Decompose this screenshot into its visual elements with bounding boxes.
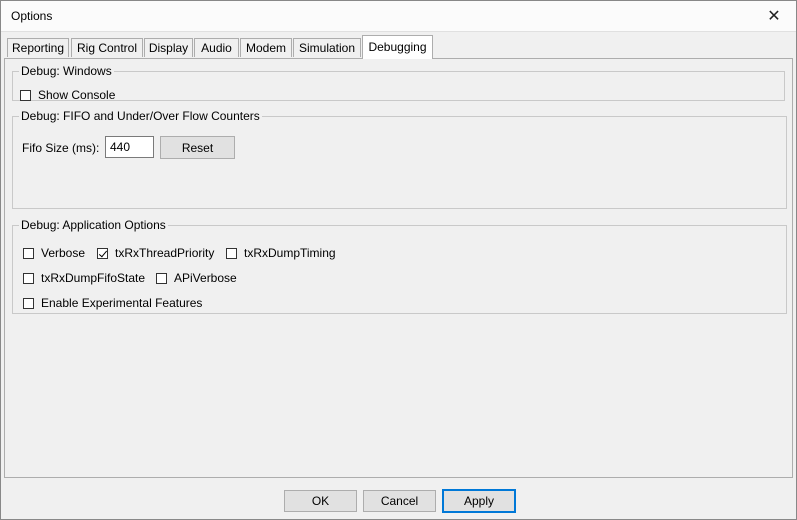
cancel-button[interactable]: Cancel: [363, 490, 436, 512]
tx-rx-dump-fifo-state-check[interactable]: [23, 272, 34, 284]
tab-label: Modem: [245, 41, 286, 55]
reset-button-label: Reset: [181, 140, 214, 155]
close-icon: ✕: [767, 8, 781, 25]
cancel-button-label: Cancel: [380, 494, 419, 508]
tx-rx-dump-timing-check[interactable]: [226, 247, 237, 259]
reset-button[interactable]: Reset: [160, 136, 235, 159]
tx-rx-thread-priority-check[interactable]: [97, 247, 108, 259]
options-dialog: Options ✕ Reporting Rig Control Display …: [0, 0, 797, 520]
verbose-label: Verbose: [41, 246, 86, 260]
fifo-size-label: Fifo Size (ms):: [22, 141, 100, 155]
api-verbose-check[interactable]: [156, 272, 167, 284]
tx-rx-thread-priority-label: txRxThreadPriority: [115, 246, 215, 260]
apply-button[interactable]: Apply: [442, 489, 516, 513]
close-button[interactable]: ✕: [752, 1, 796, 31]
fifo-size-input[interactable]: [105, 136, 154, 158]
debugging-panel: Debug: Windows Show Console Debug: FIFO …: [4, 58, 793, 478]
tab-label: Debugging: [368, 40, 427, 54]
show-console-checkbox[interactable]: Show Console: [20, 88, 115, 102]
ok-button[interactable]: OK: [284, 490, 357, 512]
verbose-check[interactable]: [23, 247, 34, 259]
title-bar: Options ✕: [1, 1, 796, 32]
experimental-features-check[interactable]: [23, 297, 34, 309]
tx-rx-dump-fifo-state-checkbox[interactable]: txRxDumpFifoState: [23, 271, 145, 285]
tab-simulation[interactable]: Simulation: [293, 38, 361, 57]
show-console-label: Show Console: [38, 88, 116, 102]
fifo-group: Debug: FIFO and Under/Over Flow Counters…: [12, 110, 787, 209]
application-options-group: Debug: Application Options Verbose txRxT…: [12, 219, 787, 314]
tab-label: Simulation: [298, 41, 356, 55]
apply-button-label: Apply: [463, 494, 495, 508]
fifo-legend: Debug: FIFO and Under/Over Flow Counters: [21, 109, 260, 123]
tab-debugging[interactable]: Debugging: [362, 35, 433, 59]
api-verbose-label: APiVerbose: [174, 271, 237, 285]
tab-modem[interactable]: Modem: [240, 38, 292, 57]
debug-windows-legend: Debug: Windows: [21, 64, 112, 78]
tab-reporting[interactable]: Reporting: [7, 38, 69, 57]
tab-label: Display: [148, 41, 189, 55]
tab-audio[interactable]: Audio: [194, 38, 239, 57]
experimental-features-checkbox[interactable]: Enable Experimental Features: [23, 296, 202, 310]
ok-button-label: OK: [311, 494, 330, 508]
tx-rx-thread-priority-checkbox[interactable]: txRxThreadPriority: [97, 246, 214, 260]
window-title: Options: [11, 9, 53, 23]
tab-display[interactable]: Display: [144, 38, 193, 57]
tx-rx-dump-timing-checkbox[interactable]: txRxDumpTiming: [226, 246, 336, 260]
api-verbose-checkbox[interactable]: APiVerbose: [156, 271, 237, 285]
debug-windows-group: Debug: Windows Show Console: [12, 64, 785, 102]
experimental-features-label: Enable Experimental Features: [41, 296, 203, 310]
verbose-checkbox[interactable]: Verbose: [23, 246, 85, 260]
tx-rx-dump-timing-label: txRxDumpTiming: [244, 246, 336, 260]
tab-label: Reporting: [11, 41, 65, 55]
show-console-check[interactable]: [20, 89, 31, 101]
application-options-legend: Debug: Application Options: [21, 218, 166, 232]
tab-label: Audio: [201, 41, 232, 55]
tab-rig-control[interactable]: Rig Control: [71, 38, 143, 57]
dialog-footer: OK Cancel Apply: [2, 479, 796, 519]
tab-label: Rig Control: [76, 41, 138, 55]
tx-rx-dump-fifo-state-label: txRxDumpFifoState: [41, 271, 146, 285]
